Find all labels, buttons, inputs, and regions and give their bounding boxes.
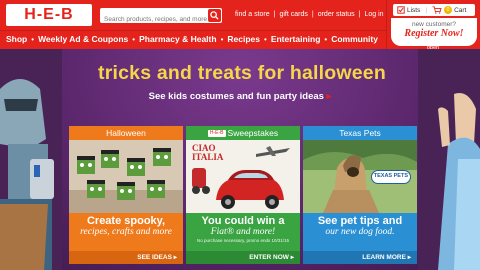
search-box <box>100 8 222 27</box>
lists-cart-bar: Lists | 0 Cart <box>393 4 475 16</box>
hero-subhead-text: See kids costumes and fun party ideas <box>148 91 324 102</box>
chevron-right-icon: ▸ <box>326 91 332 102</box>
nav-dot: • <box>264 34 267 44</box>
register-promo[interactable]: new customer? Register Now! <box>391 18 477 46</box>
nav-shop[interactable]: Shop <box>6 34 27 44</box>
nav-dot: • <box>220 34 224 44</box>
order-status-link[interactable]: order status <box>314 11 359 18</box>
nav-community[interactable]: Community <box>331 34 378 44</box>
heb-badge: H-E-B <box>207 130 226 138</box>
nav-dot: • <box>31 34 35 44</box>
checkbox-icon <box>397 6 405 14</box>
cart-label: Cart <box>454 6 467 14</box>
learn-more-link[interactable]: LEARN MORE ▸ <box>303 251 417 264</box>
search-icon <box>210 11 219 20</box>
card-headline: See pet tips and <box>317 215 403 227</box>
account-panel: Lists | 0 Cart new customer? Register No… <box>386 0 480 52</box>
sweepstakes-card[interactable]: H-E-B Sweepstakes CIAO ITALIA You could w… <box>186 126 300 264</box>
costume-figure-right <box>418 49 480 270</box>
card-headline: You could win a <box>201 215 285 227</box>
card-subline: Fiat® and more! <box>210 226 276 237</box>
card-title-text: Sweepstakes <box>227 128 279 138</box>
search-button[interactable] <box>208 9 221 22</box>
hero-subhead[interactable]: See kids costumes and fun party ideas ▸ <box>120 91 360 102</box>
gift-cards-link[interactable]: gift cards <box>275 11 311 18</box>
halloween-card[interactable]: Halloween Create spooky, recipes, crafts… <box>69 126 183 264</box>
card-body: Create spooky, recipes, crafts and more <box>69 213 183 254</box>
lists-button[interactable]: Lists <box>397 6 420 14</box>
see-ideas-link[interactable]: SEE IDEAS ▸ <box>69 251 183 264</box>
costume-figure-left <box>0 49 62 270</box>
dog-photo: TEXAS PETS <box>303 140 417 213</box>
nav-entertaining[interactable]: Entertaining <box>271 34 321 44</box>
card-body: See pet tips and our new dog food. <box>303 213 417 254</box>
card-title: H-E-B Sweepstakes <box>186 126 300 140</box>
card-subline: recipes, crafts and more <box>80 226 172 237</box>
lists-label: Lists <box>407 6 421 14</box>
heb-logo[interactable]: H-E-B <box>6 4 92 26</box>
nav-weekly-ad[interactable]: Weekly Ad & Coupons <box>38 34 128 44</box>
texas-pets-card[interactable]: Texas Pets TEXAS PETS See pet tips and o… <box>303 126 417 264</box>
fiat-sweepstakes-image: CIAO ITALIA <box>186 140 300 213</box>
nav-recipes[interactable]: Recipes <box>227 34 260 44</box>
halloween-treats-image <box>69 140 183 213</box>
cart-count-badge: 0 <box>444 6 453 14</box>
logo-text: H-E-B <box>24 6 74 23</box>
cart-icon <box>432 6 442 14</box>
card-fine-print: No purchase necessary, promo ends 10/31/… <box>197 237 289 243</box>
search-input[interactable] <box>100 12 208 27</box>
card-title: Halloween <box>69 126 183 140</box>
frankenstein-cakes-illustration <box>69 140 183 213</box>
find-store-link[interactable]: find a store <box>231 11 274 18</box>
bar-separator: | <box>425 6 428 14</box>
card-body: You could win a Fiat® and more! No purch… <box>186 213 300 254</box>
card-subline: our new dog food. <box>325 226 395 237</box>
utility-links: find a store | gift cards | order status… <box>231 11 388 18</box>
promo-question: new customer? <box>411 21 457 28</box>
texas-pets-logo: TEXAS PETS <box>370 170 411 184</box>
hero-headline: tricks and treats for halloween <box>98 62 386 84</box>
ciao-italia-text: CIAO ITALIA <box>192 143 224 162</box>
card-headline: Create spooky, <box>86 215 166 227</box>
login-link[interactable]: Log in <box>361 11 388 18</box>
enter-now-link[interactable]: ENTER NOW ▸ <box>186 251 300 264</box>
card-title: Texas Pets <box>303 126 417 140</box>
cart-button[interactable]: 0 Cart <box>432 6 466 14</box>
register-now-link[interactable]: Register Now! <box>391 28 477 39</box>
nav-dot: • <box>324 34 328 44</box>
nav-dot: • <box>132 34 136 44</box>
nav-pharmacy[interactable]: Pharmacy & Health <box>139 34 216 44</box>
